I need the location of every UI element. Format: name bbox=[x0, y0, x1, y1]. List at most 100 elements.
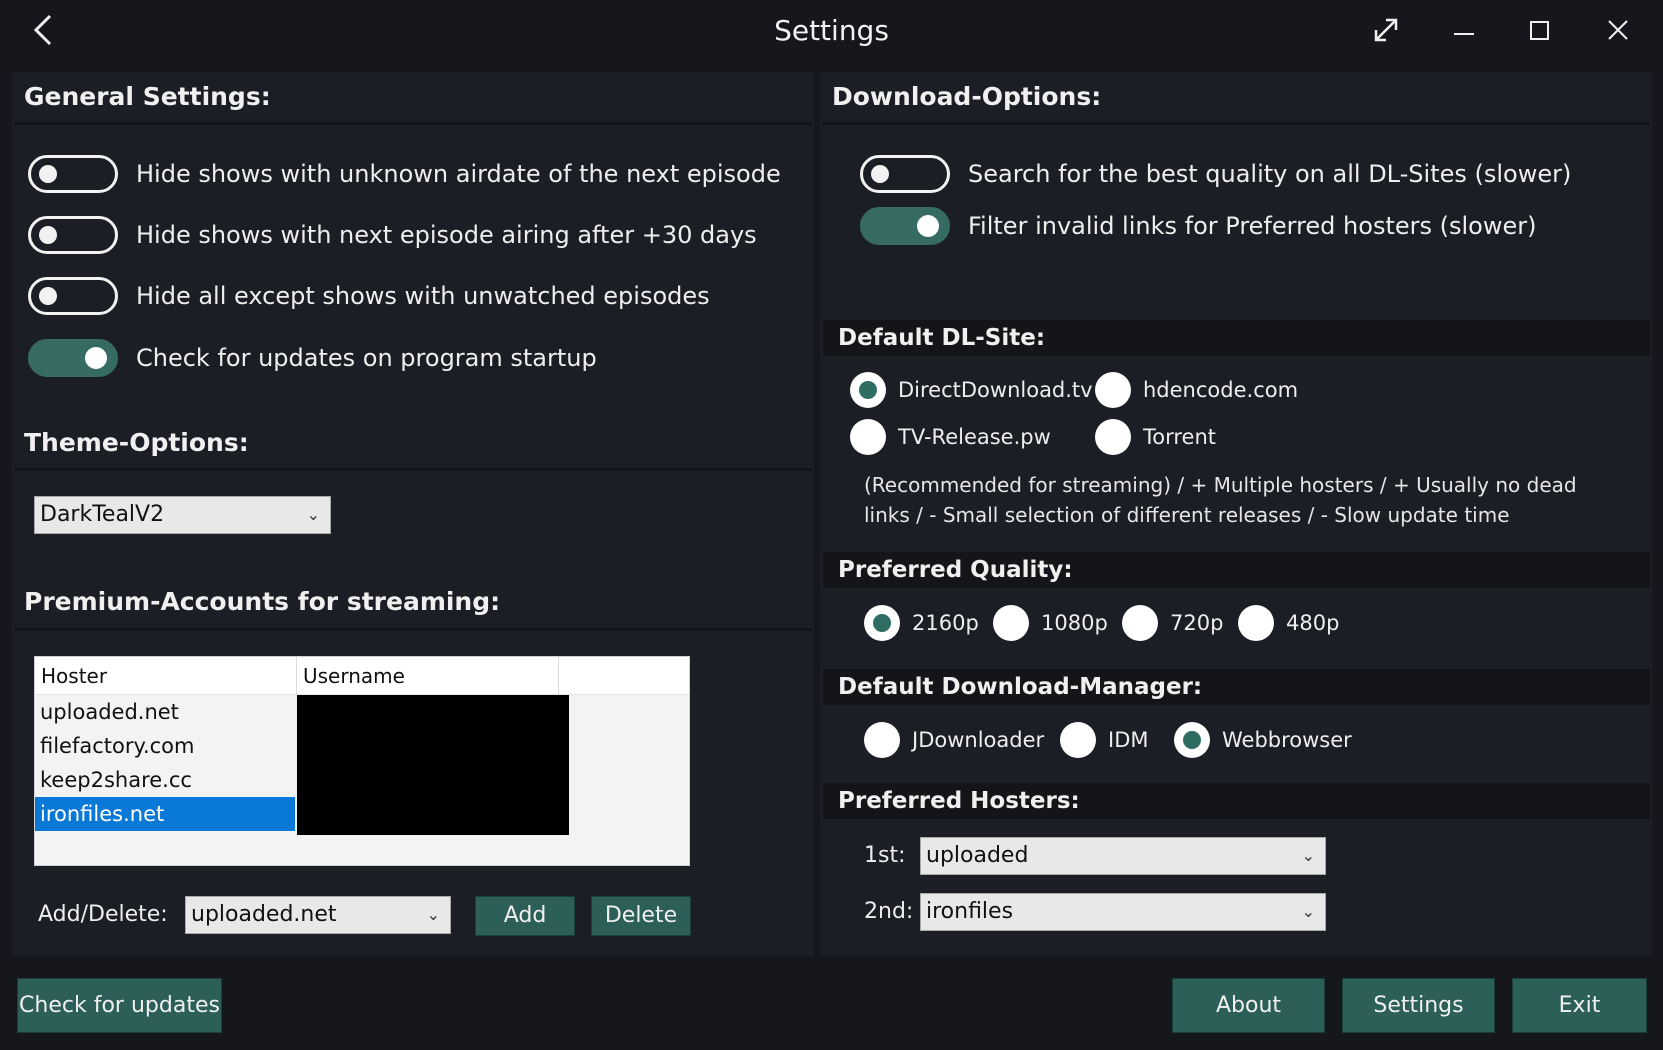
add-delete-select-value: uploaded.net bbox=[191, 902, 337, 927]
toggle-label: Filter invalid links for Preferred hoste… bbox=[968, 212, 1537, 240]
divider bbox=[822, 122, 1650, 125]
table-row[interactable]: uploaded.net bbox=[35, 695, 295, 729]
download-manager-heading: Default Download-Manager: bbox=[823, 669, 1650, 705]
toggle-label: Check for updates on program startup bbox=[136, 344, 597, 372]
radio-button[interactable] bbox=[850, 419, 886, 455]
theme-options-heading: Theme-Options: bbox=[24, 428, 249, 457]
toggle-label: Hide all except shows with unwatched epi… bbox=[136, 282, 710, 310]
check-for-updates-button[interactable]: Check for updates bbox=[17, 978, 222, 1033]
toggle-row-unknown-airdate[interactable]: Hide shows with unknown airdate of the n… bbox=[28, 154, 781, 194]
preferred-quality-heading: Preferred Quality: bbox=[823, 552, 1650, 588]
radio-button[interactable] bbox=[1238, 605, 1274, 641]
table-row[interactable]: keep2share.cc bbox=[35, 763, 295, 797]
radio-torrent[interactable]: Torrent bbox=[1095, 418, 1216, 456]
divider bbox=[14, 122, 812, 125]
add-button[interactable]: Add bbox=[475, 896, 575, 936]
radio-tv-release[interactable]: TV-Release.pw bbox=[850, 418, 1051, 456]
chevron-down-icon: ⌄ bbox=[426, 905, 440, 924]
window-title: Settings bbox=[774, 14, 889, 47]
expand-icon[interactable] bbox=[1368, 12, 1404, 48]
second-hoster-select[interactable]: ironfiles ⌄ bbox=[920, 893, 1326, 931]
default-dl-site-heading: Default DL-Site: bbox=[823, 320, 1650, 356]
radio-label: DirectDownload.tv bbox=[898, 378, 1093, 402]
preferred-hosters-heading: Preferred Hosters: bbox=[823, 783, 1650, 819]
radio-button[interactable] bbox=[864, 722, 900, 758]
radio-480p[interactable]: 480p bbox=[1238, 604, 1339, 642]
table-row-selected[interactable]: ironfiles.net bbox=[35, 797, 295, 831]
theme-select[interactable]: DarkTealV2 ⌄ bbox=[34, 496, 331, 534]
exit-button[interactable]: Exit bbox=[1512, 978, 1647, 1033]
radio-label: hdencode.com bbox=[1143, 378, 1299, 402]
radio-jdownloader[interactable]: JDownloader bbox=[864, 721, 1044, 759]
radio-button[interactable] bbox=[1095, 372, 1131, 408]
first-hoster-select[interactable]: uploaded ⌄ bbox=[920, 837, 1326, 875]
toggle-knob bbox=[39, 226, 57, 244]
maximize-icon[interactable] bbox=[1522, 12, 1558, 48]
radio-button[interactable] bbox=[1095, 419, 1131, 455]
radio-webbrowser[interactable]: Webbrowser bbox=[1174, 721, 1352, 759]
toggle-label: Search for the best quality on all DL-Si… bbox=[968, 160, 1572, 188]
close-icon[interactable] bbox=[1600, 12, 1636, 48]
delete-button[interactable]: Delete bbox=[591, 896, 691, 936]
title-bar: Settings bbox=[0, 0, 1663, 66]
theme-select-value: DarkTealV2 bbox=[40, 502, 165, 527]
toggle-switch[interactable] bbox=[28, 339, 118, 377]
column-header-username[interactable]: Username bbox=[297, 657, 559, 695]
dl-site-description: (Recommended for streaming) / + Multiple… bbox=[864, 473, 1577, 527]
first-hoster-label: 1st: bbox=[864, 843, 906, 868]
toggle-knob bbox=[39, 287, 57, 305]
radio-label: TV-Release.pw bbox=[898, 425, 1051, 449]
radio-1080p[interactable]: 1080p bbox=[993, 604, 1108, 642]
radio-2160p[interactable]: 2160p bbox=[864, 604, 979, 642]
toggle-switch[interactable] bbox=[28, 277, 118, 315]
redacted-usernames bbox=[297, 695, 569, 835]
radio-720p[interactable]: 720p bbox=[1122, 604, 1223, 642]
table-header: Hoster Username bbox=[35, 657, 689, 695]
toggle-switch[interactable] bbox=[28, 216, 118, 254]
column-header-hoster[interactable]: Hoster bbox=[35, 657, 297, 695]
toggle-row-check-updates-startup[interactable]: Check for updates on program startup bbox=[28, 338, 597, 378]
toggle-label: Hide shows with next episode airing afte… bbox=[136, 221, 757, 249]
radio-label: 720p bbox=[1170, 611, 1224, 635]
chevron-down-icon: ⌄ bbox=[1301, 846, 1315, 865]
radio-button[interactable] bbox=[1060, 722, 1096, 758]
radio-button[interactable] bbox=[1174, 722, 1210, 758]
toggle-row-unwatched-only[interactable]: Hide all except shows with unwatched epi… bbox=[28, 276, 710, 316]
radio-label: IDM bbox=[1108, 728, 1149, 752]
toggle-row-airing-after-30[interactable]: Hide shows with next episode airing afte… bbox=[28, 215, 757, 255]
premium-accounts-heading: Premium-Accounts for streaming: bbox=[24, 587, 501, 616]
toggle-label: Hide shows with unknown airdate of the n… bbox=[136, 160, 781, 188]
toggle-switch[interactable] bbox=[860, 207, 950, 245]
toggle-row-filter-invalid[interactable]: Filter invalid links for Preferred hoste… bbox=[860, 206, 1536, 246]
divider bbox=[14, 628, 812, 631]
general-settings-heading: General Settings: bbox=[24, 82, 271, 111]
radio-label: Torrent bbox=[1143, 425, 1217, 449]
radio-button[interactable] bbox=[993, 605, 1029, 641]
minimize-icon[interactable] bbox=[1446, 12, 1482, 48]
toggle-knob bbox=[871, 165, 889, 183]
radio-button[interactable] bbox=[1122, 605, 1158, 641]
radio-label: Webbrowser bbox=[1222, 728, 1352, 752]
toggle-knob bbox=[917, 215, 939, 237]
divider bbox=[14, 468, 812, 471]
premium-accounts-table[interactable]: Hoster Username uploaded.net filefactory… bbox=[34, 656, 690, 866]
toggle-switch[interactable] bbox=[28, 155, 118, 193]
toggle-knob bbox=[39, 165, 57, 183]
about-button[interactable]: About bbox=[1172, 978, 1325, 1033]
radio-idm[interactable]: IDM bbox=[1060, 721, 1148, 759]
table-row[interactable]: filefactory.com bbox=[35, 729, 295, 763]
radio-directdownload[interactable]: DirectDownload.tv bbox=[850, 371, 1093, 409]
toggle-knob bbox=[85, 347, 107, 369]
radio-button[interactable] bbox=[850, 372, 886, 408]
radio-label: JDownloader bbox=[912, 728, 1045, 752]
chevron-down-icon: ⌄ bbox=[1301, 902, 1315, 921]
radio-button[interactable] bbox=[864, 605, 900, 641]
download-options-heading: Download-Options: bbox=[832, 82, 1102, 111]
radio-hdencode[interactable]: hdencode.com bbox=[1095, 371, 1298, 409]
first-hoster-value: uploaded bbox=[926, 843, 1029, 868]
toggle-switch[interactable] bbox=[860, 155, 950, 193]
settings-button[interactable]: Settings bbox=[1342, 978, 1495, 1033]
add-delete-hoster-select[interactable]: uploaded.net ⌄ bbox=[185, 896, 451, 934]
second-hoster-value: ironfiles bbox=[926, 899, 1014, 924]
toggle-row-best-quality[interactable]: Search for the best quality on all DL-Si… bbox=[860, 154, 1571, 194]
